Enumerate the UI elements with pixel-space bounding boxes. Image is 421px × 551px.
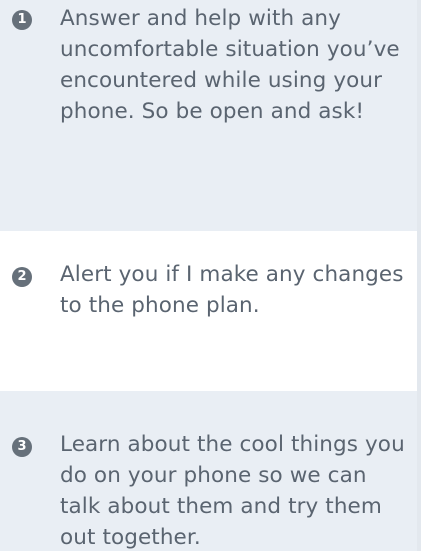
right-edge-divider: [417, 0, 421, 551]
number-badge-icon: 3: [12, 437, 32, 457]
list-item: 2 Alert you if I make any changes to the…: [0, 231, 417, 391]
list-item-text: Answer and help with any uncomfortable s…: [60, 6, 400, 124]
number-badge-icon: 2: [12, 267, 32, 287]
number-badge-icon: 1: [12, 10, 32, 30]
list-item-text: Learn about the cool things you do on yo…: [60, 432, 405, 550]
list-item: 1 Answer and help with any uncomfortable…: [0, 0, 417, 231]
promise-list: 1 Answer and help with any uncomfortable…: [0, 0, 421, 551]
list-item-text: Alert you if I make any changes to the p…: [60, 262, 404, 318]
list-item: 3 Learn about the cool things you do on …: [0, 391, 417, 551]
